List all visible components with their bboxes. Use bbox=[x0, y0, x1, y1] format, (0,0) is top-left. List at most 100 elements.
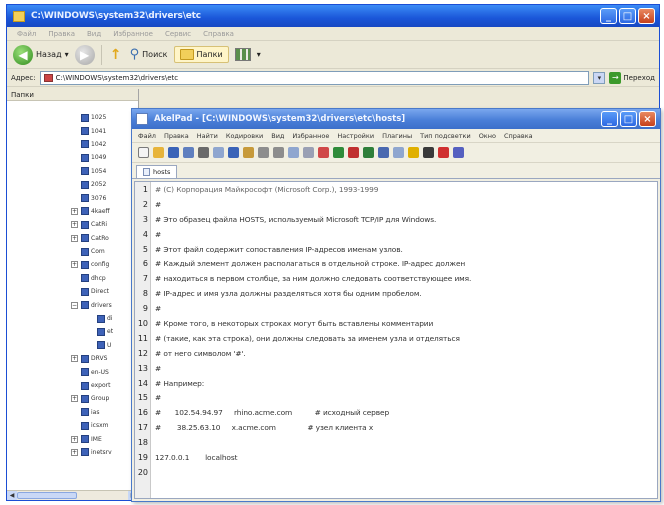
address-dropdown-icon[interactable]: ▾ bbox=[593, 71, 606, 84]
forward-button[interactable]: ▶ bbox=[74, 44, 95, 65]
find-icon[interactable] bbox=[288, 147, 299, 158]
scroll-thumb[interactable] bbox=[17, 492, 77, 499]
undo-icon[interactable] bbox=[258, 147, 269, 158]
macro-icon[interactable] bbox=[378, 147, 389, 158]
explorer-titlebar[interactable]: C:\WINDOWS\system32\drivers\etc _ □ × bbox=[7, 5, 659, 27]
chevron-down-icon[interactable]: ▾ bbox=[65, 50, 69, 59]
exit-icon[interactable] bbox=[453, 147, 464, 158]
tree-item[interactable]: ias bbox=[81, 406, 113, 419]
tree-expander-icon[interactable]: + bbox=[71, 261, 78, 269]
menu-favorites[interactable]: Избранное bbox=[113, 30, 153, 38]
print-icon[interactable] bbox=[198, 147, 209, 158]
tree-item[interactable]: U bbox=[97, 339, 113, 352]
tree-item[interactable]: − drivers bbox=[71, 298, 113, 311]
maximize-button[interactable]: □ bbox=[619, 8, 636, 24]
tree-item[interactable]: 1054 bbox=[81, 165, 113, 178]
bookmark-icon[interactable] bbox=[363, 147, 374, 158]
tree-item[interactable]: + CatRi bbox=[71, 218, 113, 231]
tree-expander-icon[interactable]: − bbox=[71, 301, 78, 309]
cut-icon[interactable] bbox=[228, 147, 239, 158]
minimize-button[interactable]: _ bbox=[600, 8, 617, 24]
tab-hosts[interactable]: hosts bbox=[136, 165, 178, 178]
tree-item[interactable]: di bbox=[97, 312, 113, 325]
go-button[interactable]: → Переход bbox=[609, 71, 655, 84]
help-icon[interactable] bbox=[408, 147, 419, 158]
akelpad-menu-item[interactable]: Окно bbox=[479, 132, 496, 140]
tree-expander-icon[interactable]: + bbox=[71, 221, 78, 229]
explorer-menubar: Файл Правка Вид Избранное Сервис Справка bbox=[7, 27, 659, 41]
folders-button[interactable]: Папки bbox=[173, 46, 229, 63]
maximize-button[interactable]: □ bbox=[620, 111, 637, 127]
tree-expander-icon[interactable]: + bbox=[71, 435, 78, 443]
menu-tools[interactable]: Сервис bbox=[165, 30, 191, 38]
tree-item[interactable]: 1049 bbox=[81, 151, 113, 164]
akelpad-menu-item[interactable]: Настройки bbox=[337, 132, 374, 140]
word-wrap-icon[interactable] bbox=[318, 147, 329, 158]
akelpad-menu-item[interactable]: Тип подсветки bbox=[420, 132, 471, 140]
menu-help[interactable]: Справка bbox=[203, 30, 234, 38]
stop-icon[interactable] bbox=[438, 147, 449, 158]
search-button[interactable]: ⚲ Поиск bbox=[130, 47, 168, 62]
akelpad-menu-item[interactable]: Справка bbox=[504, 132, 533, 140]
folder-up-icon[interactable]: ↑ bbox=[108, 47, 124, 63]
tree-expander-icon[interactable]: + bbox=[71, 234, 78, 242]
tree-item[interactable]: Direct bbox=[81, 285, 113, 298]
back-button[interactable]: ◀ Назад ▾ bbox=[13, 44, 69, 65]
tree-expander-icon[interactable]: + bbox=[71, 395, 78, 403]
menu-file[interactable]: Файл bbox=[17, 30, 36, 38]
record-icon[interactable] bbox=[423, 147, 434, 158]
save-icon[interactable] bbox=[168, 147, 179, 158]
tree-item[interactable]: icsxm bbox=[81, 419, 113, 432]
tree-item[interactable]: export bbox=[81, 379, 113, 392]
tree-item-label: DRVS bbox=[91, 355, 108, 363]
tree-expander-icon[interactable]: + bbox=[71, 207, 78, 215]
tree-item[interactable]: et bbox=[97, 325, 113, 338]
address-input[interactable]: C:\WINDOWS\system32\drivers\etc bbox=[39, 70, 590, 85]
tree-item[interactable]: + CatRo bbox=[71, 232, 113, 245]
close-button[interactable]: × bbox=[638, 8, 655, 24]
scroll-left-icon[interactable]: ◀ bbox=[7, 491, 17, 500]
redo-icon[interactable] bbox=[273, 147, 284, 158]
menu-view[interactable]: Вид bbox=[87, 30, 101, 38]
tree-item[interactable]: Com bbox=[81, 245, 113, 258]
tree-item[interactable]: 1025 bbox=[81, 111, 113, 124]
open-icon[interactable] bbox=[153, 147, 164, 158]
tree-item[interactable]: + IME bbox=[71, 432, 113, 445]
minimize-button[interactable]: _ bbox=[601, 111, 618, 127]
tree-item[interactable]: + DRVS bbox=[71, 352, 113, 365]
tree-item[interactable]: +4kaeff bbox=[71, 205, 113, 218]
akelpad-menu-item[interactable]: Плагины bbox=[382, 132, 412, 140]
tree-item[interactable]: 2052 bbox=[81, 178, 113, 191]
text-editor[interactable]: 1 # (C) Корпорация Майкрософт (Microsoft … bbox=[134, 181, 658, 499]
tree-item[interactable]: + Group bbox=[71, 392, 113, 405]
settings-icon[interactable] bbox=[393, 147, 404, 158]
views-chevron-icon[interactable]: ▾ bbox=[257, 50, 261, 59]
replace-icon[interactable] bbox=[303, 147, 314, 158]
tree-item[interactable]: + inetsrv bbox=[71, 446, 113, 459]
tree-item[interactable]: + config bbox=[71, 258, 113, 271]
horizontal-scrollbar[interactable]: ◀ ▶ bbox=[7, 490, 138, 500]
akelpad-menu-item[interactable]: Избранное bbox=[292, 132, 329, 140]
tree-expander-icon[interactable]: + bbox=[71, 448, 78, 456]
highlight-icon[interactable] bbox=[333, 147, 344, 158]
akelpad-menu-item[interactable]: Вид bbox=[271, 132, 284, 140]
akelpad-menu-item[interactable]: Найти bbox=[197, 132, 218, 140]
tree-expander-icon[interactable]: + bbox=[71, 355, 78, 363]
tree-item[interactable]: en-US bbox=[81, 365, 113, 378]
akelpad-menu-item[interactable]: Кодировки bbox=[226, 132, 263, 140]
new-document-icon[interactable] bbox=[138, 147, 149, 158]
akelpad-menu-item[interactable]: Правка bbox=[164, 132, 189, 140]
tree-item[interactable]: 1042 bbox=[81, 138, 113, 151]
tree-item[interactable]: dhcp bbox=[81, 272, 113, 285]
tree-item[interactable]: 1041 bbox=[81, 124, 113, 137]
akelpad-menu-item[interactable]: Файл bbox=[138, 132, 156, 140]
akelpad-titlebar[interactable]: AkelPad - [C:\WINDOWS\system32\drivers\e… bbox=[132, 109, 660, 129]
menu-edit[interactable]: Правка bbox=[48, 30, 75, 38]
close-button[interactable]: × bbox=[639, 111, 656, 127]
paste-icon[interactable] bbox=[243, 147, 254, 158]
save-all-icon[interactable] bbox=[183, 147, 194, 158]
color-icon[interactable] bbox=[348, 147, 359, 158]
views-icon[interactable] bbox=[234, 48, 251, 61]
tree-item[interactable]: 3076 bbox=[81, 191, 113, 204]
copy-icon[interactable] bbox=[213, 147, 224, 158]
